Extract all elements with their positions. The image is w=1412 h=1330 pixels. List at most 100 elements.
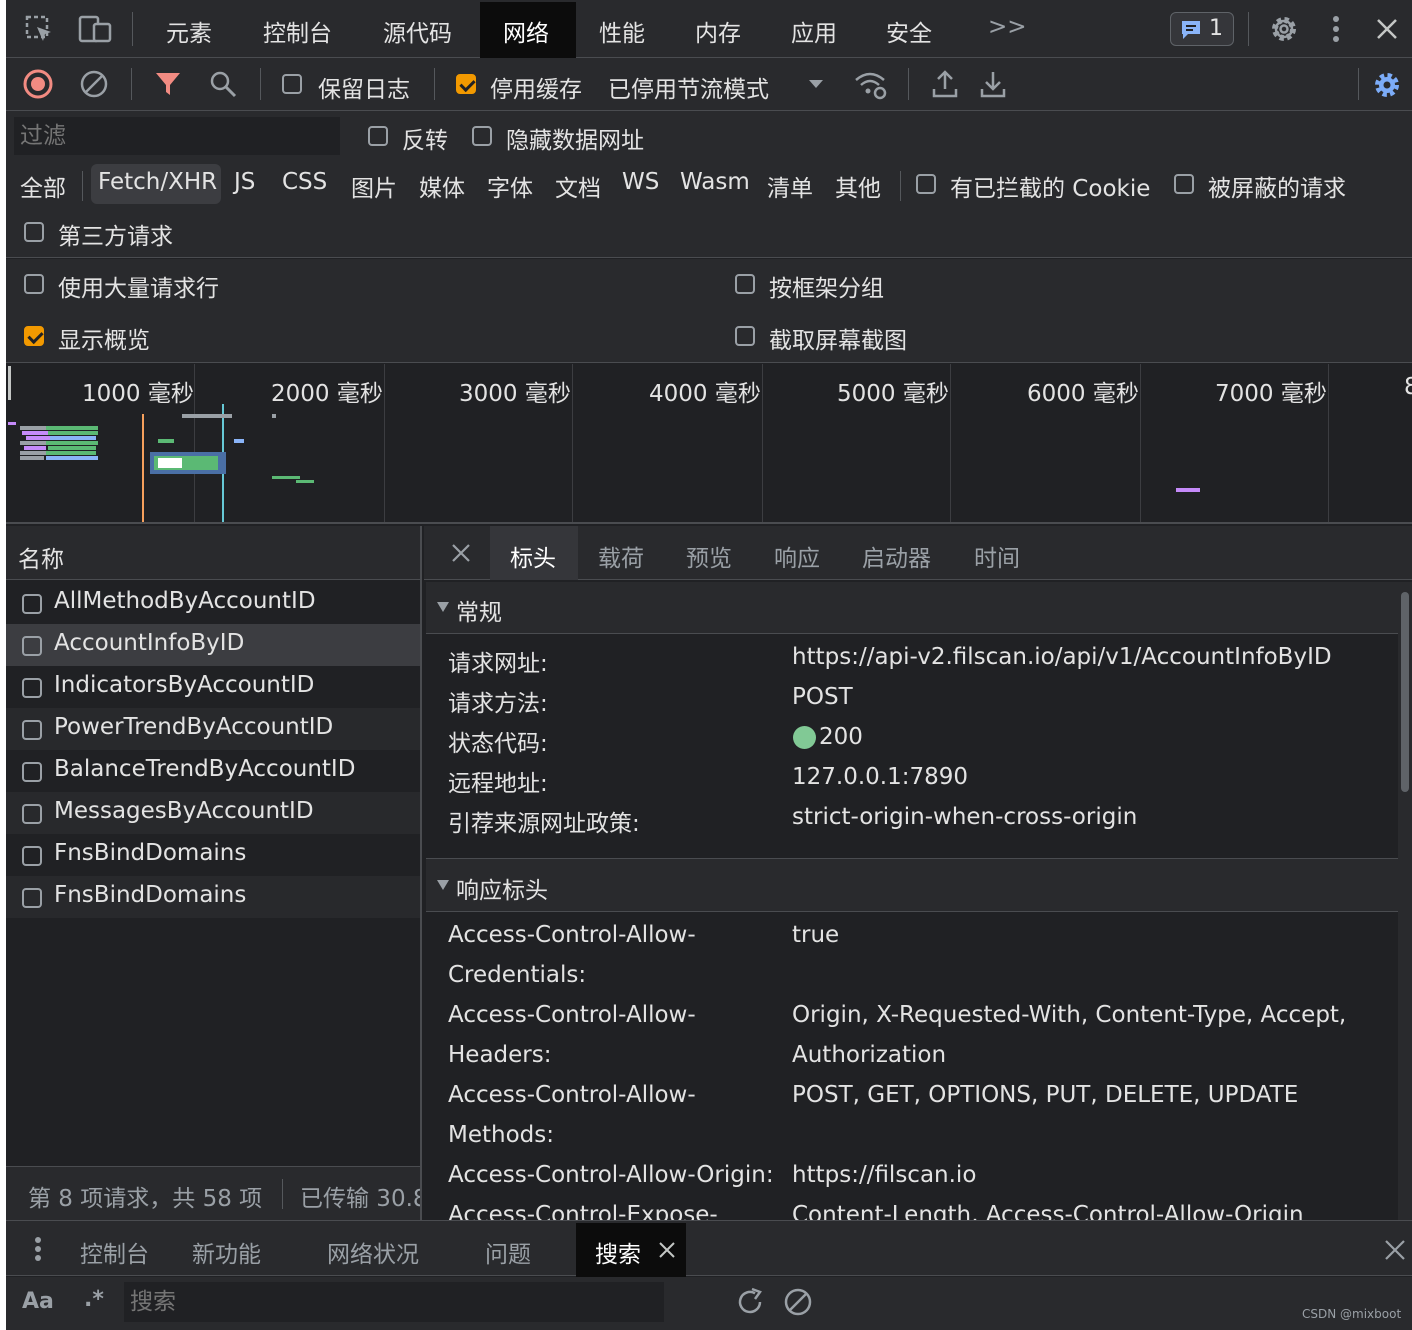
disable-cache-checkbox[interactable] xyxy=(456,74,476,94)
record-stop-icon[interactable] xyxy=(22,68,54,100)
request-method-key: 请求方法: xyxy=(448,691,548,717)
filter-funnel-icon[interactable] xyxy=(154,70,182,98)
row-checkbox[interactable] xyxy=(22,636,42,656)
tab-headers[interactable]: 标头 xyxy=(510,539,556,573)
tab-performance[interactable]: 性能 xyxy=(599,14,645,48)
tab-console[interactable]: 控制台 xyxy=(263,14,332,48)
tab-response[interactable]: 响应 xyxy=(774,539,820,573)
throttling-select[interactable]: 已停用节流模式 xyxy=(608,70,769,104)
clear-icon[interactable] xyxy=(78,68,110,100)
row-checkbox[interactable] xyxy=(22,846,42,866)
close-drawer-icon[interactable] xyxy=(1382,1237,1408,1263)
response-headers-section-header[interactable]: 响应标头 xyxy=(426,858,1398,912)
third-party-checkbox[interactable] xyxy=(24,222,44,242)
network-conditions-icon[interactable] xyxy=(852,68,888,100)
download-har-icon[interactable] xyxy=(978,68,1008,100)
requests-panel: 名称 AllMethodByAccountID AccountInfoByID … xyxy=(6,526,422,1220)
refresh-icon[interactable] xyxy=(734,1286,766,1318)
big-request-rows-checkbox[interactable] xyxy=(24,274,44,294)
show-overview-checkbox[interactable] xyxy=(24,326,44,346)
clear-search-icon[interactable] xyxy=(782,1286,814,1318)
upload-har-icon[interactable] xyxy=(930,68,960,100)
network-settings-gear-icon[interactable] xyxy=(1370,68,1404,102)
tab-preview[interactable]: 预览 xyxy=(686,539,732,573)
device-toolbar-icon[interactable] xyxy=(78,14,112,44)
close-search-tab-icon[interactable] xyxy=(656,1239,678,1261)
capture-screenshots-checkbox[interactable] xyxy=(735,326,755,346)
request-row[interactable]: AllMethodByAccountID xyxy=(6,582,420,624)
tab-sources[interactable]: 源代码 xyxy=(383,14,452,48)
drawer-tab-console[interactable]: 控制台 xyxy=(80,1235,149,1269)
row-checkbox[interactable] xyxy=(22,678,42,698)
drawer-tab-issues[interactable]: 问题 xyxy=(485,1235,531,1269)
header-value: Origin, X-Requested-With, Content-Type, … xyxy=(792,1002,1347,1028)
general-section-header[interactable]: 常规 xyxy=(426,582,1398,634)
name-column-header[interactable]: 名称 xyxy=(6,526,420,580)
hide-data-urls-checkbox[interactable] xyxy=(472,126,492,146)
row-checkbox[interactable] xyxy=(22,804,42,824)
row-checkbox[interactable] xyxy=(22,720,42,740)
tab-application[interactable]: 应用 xyxy=(791,14,837,48)
close-details-icon[interactable] xyxy=(448,540,474,566)
request-row[interactable]: FnsBindDomains xyxy=(6,834,420,876)
drawer-menu-icon[interactable] xyxy=(28,1235,48,1263)
tab-payload[interactable]: 载荷 xyxy=(598,539,644,573)
blocked-requests-checkbox[interactable] xyxy=(1174,174,1194,194)
options-area: 使用大量请求行 按框架分组 显示概览 截取屏幕截图 xyxy=(6,259,1412,363)
issues-badge[interactable]: 1 xyxy=(1170,12,1234,46)
type-filter-doc[interactable]: 文档 xyxy=(555,169,601,203)
match-case-toggle[interactable]: Aa xyxy=(22,1289,54,1314)
close-icon[interactable] xyxy=(1374,16,1400,42)
divider xyxy=(131,68,132,100)
drawer-tab-network-conditions[interactable]: 网络状况 xyxy=(327,1235,419,1269)
tab-initiator[interactable]: 启动器 xyxy=(862,539,931,573)
tab-security[interactable]: 安全 xyxy=(886,14,932,48)
request-row[interactable]: BalanceTrendByAccountID xyxy=(6,750,420,792)
filter-input[interactable] xyxy=(14,117,340,155)
scrollbar-track[interactable] xyxy=(1398,582,1412,1220)
search-input[interactable] xyxy=(124,1282,664,1322)
search-icon[interactable] xyxy=(208,69,238,99)
row-checkbox[interactable] xyxy=(22,888,42,908)
regex-toggle[interactable]: .* xyxy=(84,1287,104,1312)
chevron-down-icon[interactable] xyxy=(806,74,826,94)
type-filter-wasm[interactable]: Wasm xyxy=(680,169,750,195)
row-checkbox[interactable] xyxy=(22,762,42,782)
type-filter-manifest[interactable]: 清单 xyxy=(767,169,813,203)
request-row[interactable]: PowerTrendByAccountID xyxy=(6,708,420,750)
request-row[interactable]: IndicatorsByAccountID xyxy=(6,666,420,708)
tab-memory[interactable]: 内存 xyxy=(695,14,741,48)
drawer-tab-search[interactable]: 搜索 xyxy=(595,1235,641,1269)
type-filter-other[interactable]: 其他 xyxy=(835,169,881,203)
type-filter-all[interactable]: 全部 xyxy=(20,169,66,203)
request-row[interactable]: FnsBindDomains xyxy=(6,876,420,918)
type-filter-font[interactable]: 字体 xyxy=(487,169,533,203)
inspect-element-icon[interactable] xyxy=(24,14,54,44)
settings-gear-icon[interactable] xyxy=(1268,13,1300,45)
more-tabs-button[interactable]: >> xyxy=(988,14,1027,40)
type-filter-img[interactable]: 图片 xyxy=(351,169,397,203)
type-filter-fetch-xhr[interactable]: Fetch/XHR xyxy=(98,169,217,195)
tab-network[interactable]: 网络 xyxy=(503,14,549,48)
tab-elements[interactable]: 元素 xyxy=(166,14,212,48)
drawer-tab-whats-new[interactable]: 新功能 xyxy=(192,1235,261,1269)
row-checkbox[interactable] xyxy=(22,594,42,614)
request-row[interactable]: MessagesByAccountID xyxy=(6,792,420,834)
group-by-frame-checkbox[interactable] xyxy=(735,274,755,294)
scrollbar-thumb[interactable] xyxy=(1401,592,1409,792)
type-filter-js[interactable]: JS xyxy=(234,169,255,195)
type-filter-css[interactable]: CSS xyxy=(282,169,327,195)
blocked-cookies-checkbox[interactable] xyxy=(916,174,936,194)
overview-timeline[interactable]: 1000 毫秒 2000 毫秒 3000 毫秒 4000 毫秒 5000 毫秒 … xyxy=(6,364,1412,524)
status-code-value: 200 xyxy=(819,724,863,750)
type-filter-media[interactable]: 媒体 xyxy=(419,169,465,203)
type-filter-ws[interactable]: WS xyxy=(622,169,659,195)
more-options-icon[interactable] xyxy=(1326,14,1346,44)
divider xyxy=(434,68,435,100)
invert-checkbox[interactable] xyxy=(368,126,388,146)
request-row-selected[interactable]: AccountInfoByID xyxy=(6,624,420,666)
preserve-log-checkbox[interactable] xyxy=(282,74,302,94)
header-value-cont: Authorization xyxy=(792,1042,947,1068)
tab-timing[interactable]: 时间 xyxy=(974,539,1020,573)
header-key-cont: Methods: xyxy=(448,1122,554,1148)
